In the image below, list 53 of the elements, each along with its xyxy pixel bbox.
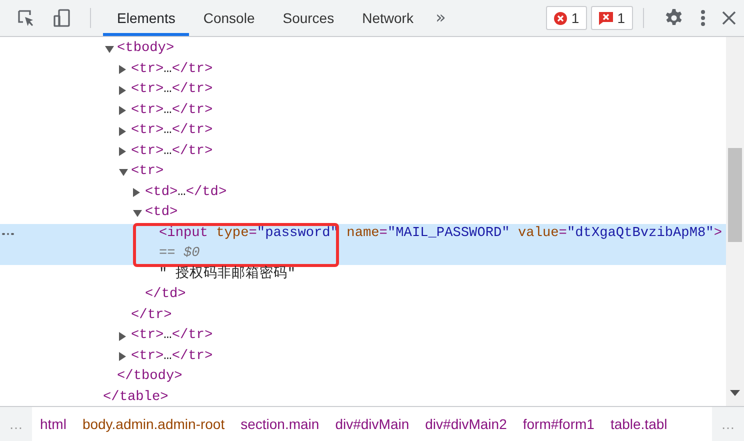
panel-tab[interactable]: Network xyxy=(348,0,428,36)
error-circle-icon xyxy=(554,12,568,24)
open-tag-line[interactable]: <tbody> xyxy=(117,39,174,60)
issue-flag-icon xyxy=(599,12,614,24)
counter-badge[interactable]: 1 xyxy=(546,6,588,30)
inspect-cursor-icon[interactable] xyxy=(16,8,36,28)
expand-arrow-icon[interactable] xyxy=(119,106,126,116)
expand-arrow-icon[interactable] xyxy=(119,65,126,74)
close-tag-line[interactable]: </td> xyxy=(145,285,186,306)
collapse-arrow-icon[interactable] xyxy=(133,210,142,217)
breadcrumb-item[interactable]: body.admin.admin-root xyxy=(74,416,233,432)
device-toggle-icon[interactable] xyxy=(52,8,72,28)
close-icon[interactable] xyxy=(722,11,736,25)
scrollbar-thumb[interactable] xyxy=(728,148,742,242)
collapsed-tag-line[interactable]: <tr>…</tr> xyxy=(131,326,213,346)
collapsed-tag-line[interactable]: <td>…</td> xyxy=(145,182,227,203)
collapse-arrow-icon[interactable] xyxy=(119,168,128,176)
scroll-down-arrow-icon[interactable] xyxy=(730,390,740,396)
expand-arrow-icon[interactable] xyxy=(133,188,140,198)
expand-arrow-icon[interactable] xyxy=(119,126,126,136)
breadcrumb-item[interactable]: html xyxy=(32,416,74,432)
collapsed-tag-line[interactable]: <tr>…</tr> xyxy=(131,60,213,80)
panel-tab[interactable]: Sources xyxy=(268,0,348,36)
breadcrumb-item[interactable]: form#form1 xyxy=(514,416,602,432)
collapsed-tag-line[interactable]: <tr>…</tr> xyxy=(131,100,213,121)
close-tag-line[interactable]: </tr> xyxy=(131,306,172,326)
collapse-arrow-icon[interactable] xyxy=(105,46,114,53)
collapsed-tag-line[interactable]: <tr>…</tr> xyxy=(131,80,213,100)
more-tabs-button[interactable]: » xyxy=(427,8,454,28)
more-options-icon[interactable] xyxy=(700,8,706,28)
breadcrumb-item[interactable]: div#divMain xyxy=(327,416,418,432)
open-tag-line[interactable]: <tr> xyxy=(131,162,164,182)
close-tag-line[interactable]: </table> xyxy=(103,388,168,406)
panel-tab[interactable]: Console xyxy=(189,0,269,36)
settings-icon[interactable] xyxy=(664,8,684,28)
expand-arrow-icon[interactable] xyxy=(119,86,126,95)
text-node-line[interactable]: " 授权码非邮箱密码" xyxy=(159,264,296,285)
collapsed-tag-line[interactable]: <tr>…</tr> xyxy=(131,121,213,142)
selected-node-note: == $0 xyxy=(159,245,201,263)
collapsed-tag-line[interactable]: <tr>…</tr> xyxy=(131,346,213,367)
breadcrumb-item[interactable]: div#divMain2 xyxy=(417,416,515,432)
counter-badge[interactable]: 1 xyxy=(591,6,633,30)
close-tag-line[interactable]: </tbody> xyxy=(117,367,182,388)
open-tag-line[interactable]: <td> xyxy=(145,203,178,224)
input-element-line[interactable]: <input type="password" name="MAIL_PASSWORD" value="dtXgaQtBvzibApM8"> xyxy=(159,224,722,244)
collapsed-tag-line[interactable]: <tr>…</tr> xyxy=(131,142,213,162)
expand-arrow-icon[interactable] xyxy=(119,332,126,341)
panel-tab[interactable]: Elements xyxy=(103,0,190,36)
breadcrumb-item[interactable]: table.tabl xyxy=(602,416,676,432)
expand-arrow-icon[interactable] xyxy=(119,147,126,156)
breadcrumb-item[interactable]: section.main xyxy=(232,416,328,432)
row-menu-dots-icon[interactable] xyxy=(2,232,14,235)
expand-arrow-icon[interactable] xyxy=(119,352,126,362)
